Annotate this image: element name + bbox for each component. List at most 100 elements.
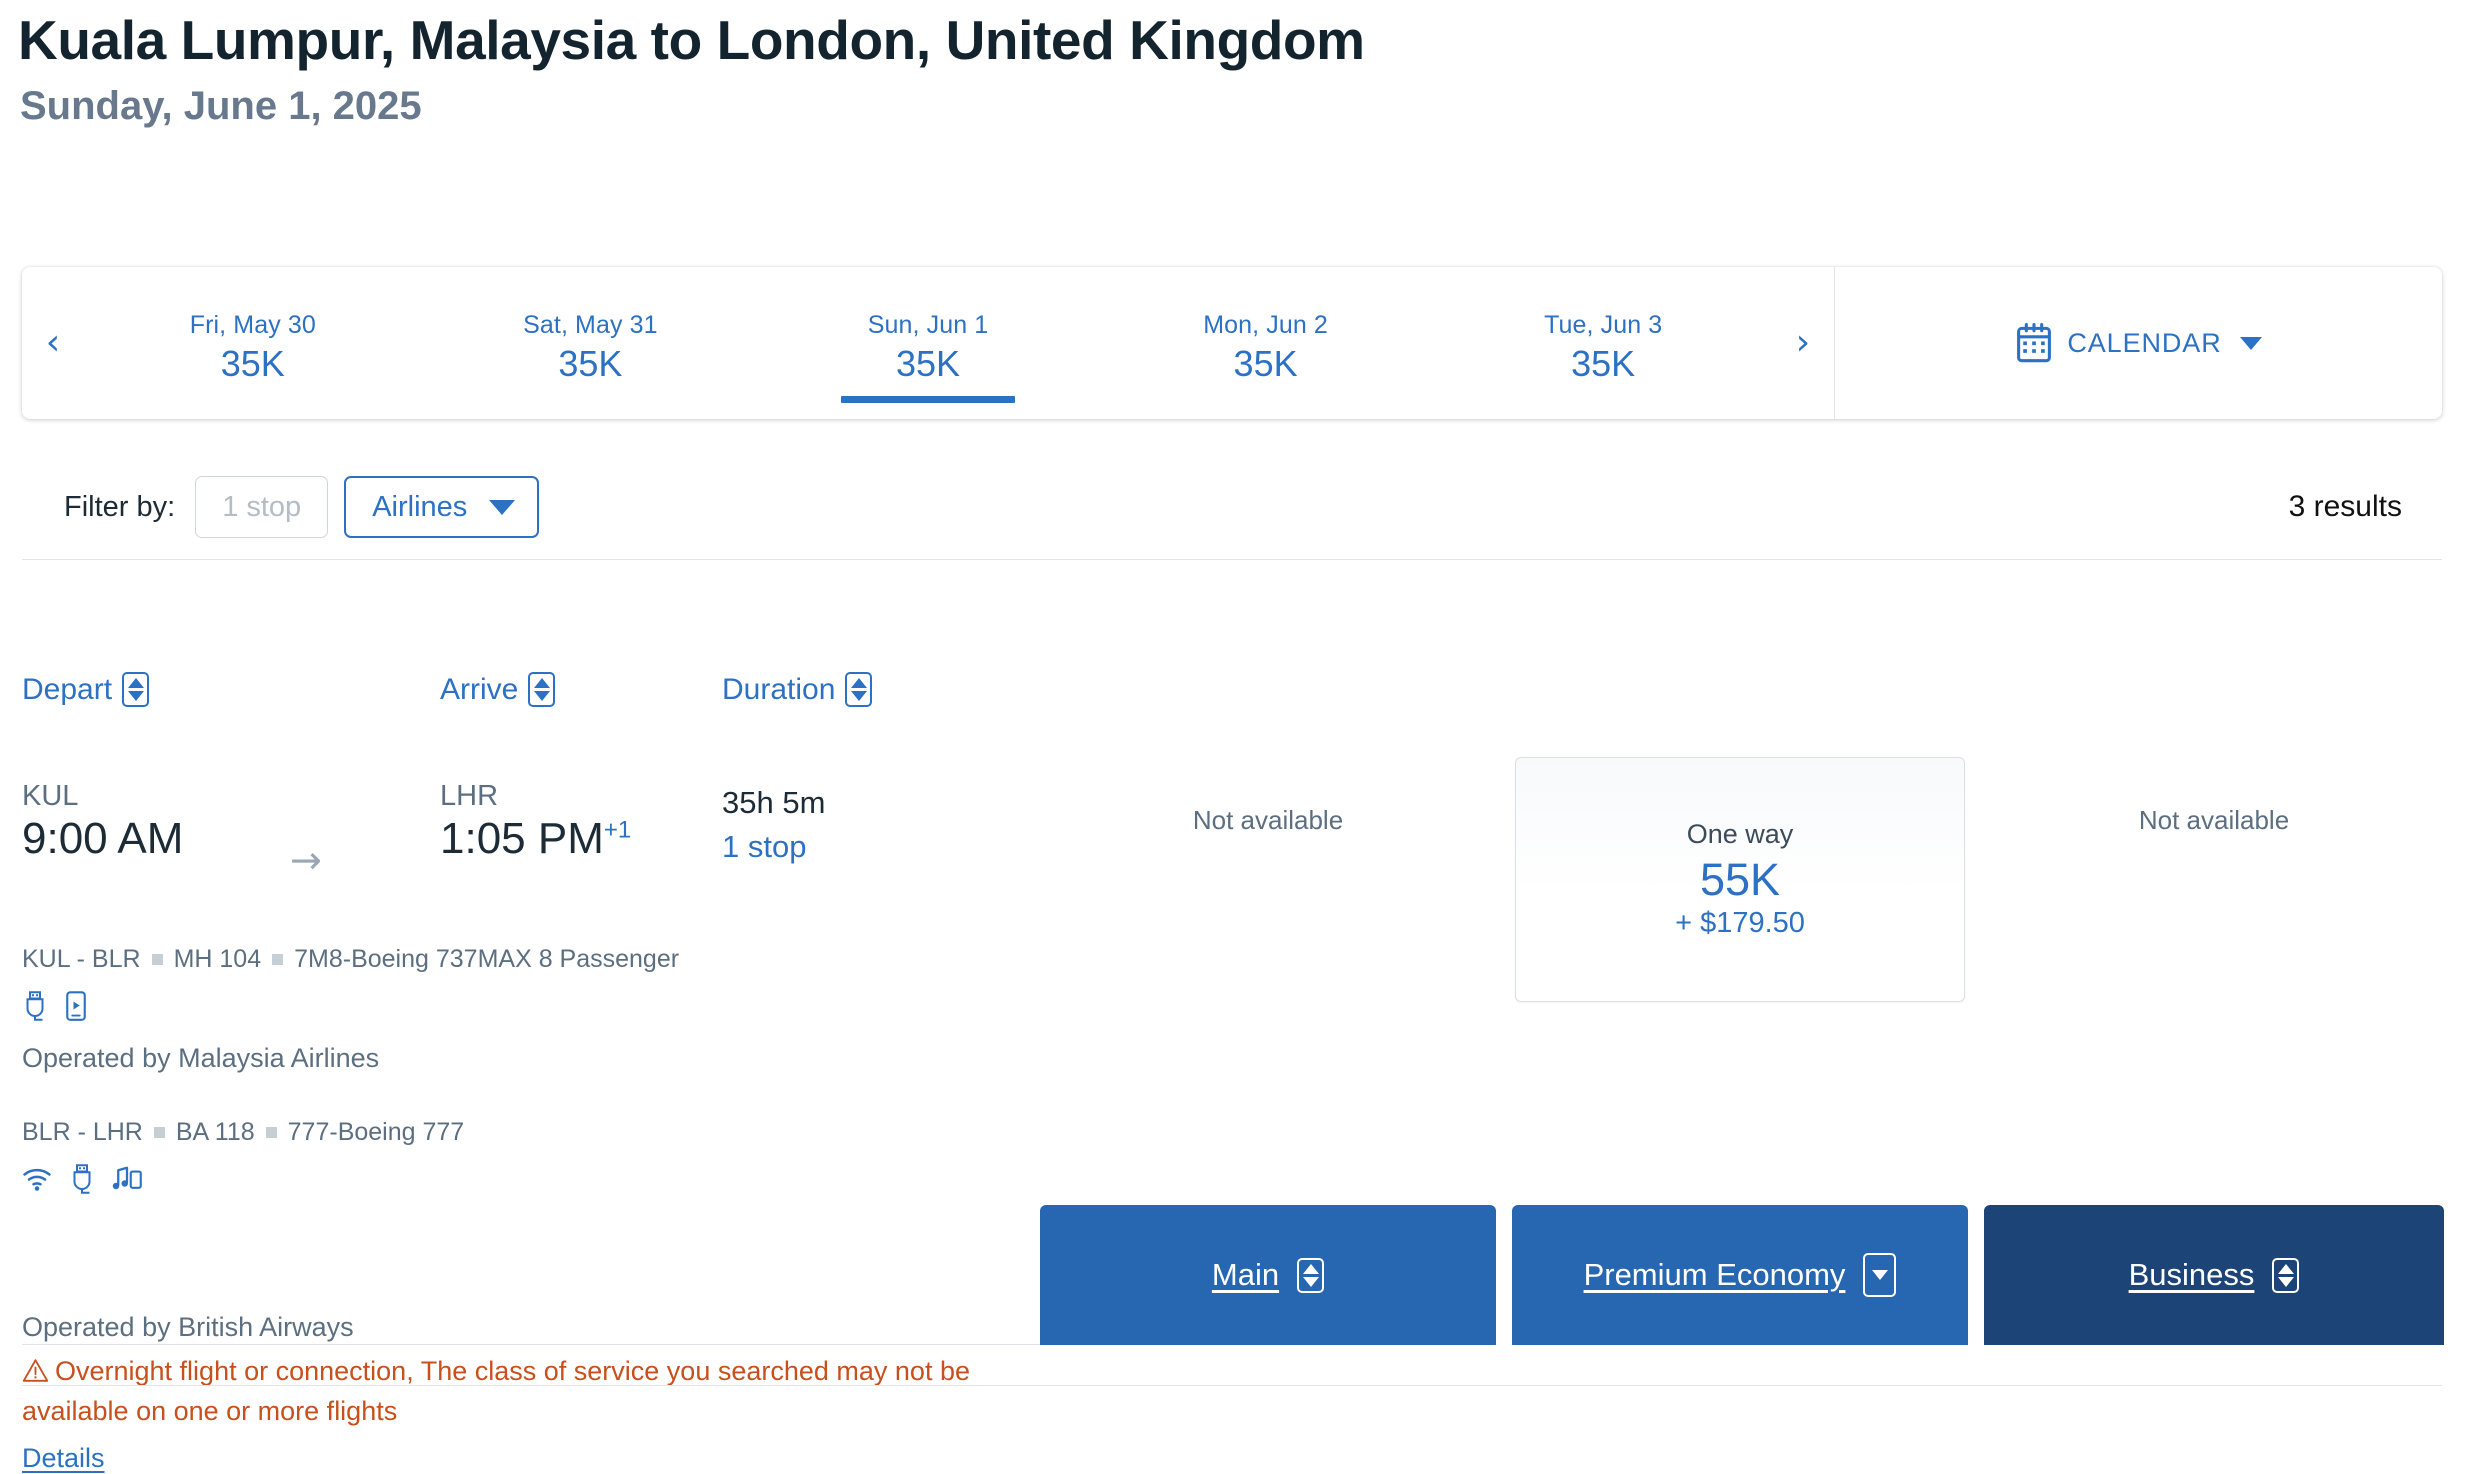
- depart-airport-code: KUL: [22, 780, 79, 812]
- depart-column-label: Depart: [22, 672, 113, 706]
- chevron-down-icon: [489, 499, 516, 515]
- segment-flight-number: MH 104: [173, 945, 262, 973]
- entertainment-icon: [112, 1165, 142, 1193]
- sort-depart-column[interactable]: Depart: [22, 672, 150, 707]
- next-dates-arrow-icon[interactable]: ›: [1772, 325, 1834, 361]
- sort-toggle-icon: [122, 672, 150, 707]
- warning-text-wrapper: Overnight flight or connection, The clas…: [22, 1353, 1022, 1431]
- date-cell-price: 35K: [558, 342, 623, 384]
- calendar-button[interactable]: CALENDAR: [1834, 267, 2442, 419]
- separator-dot: [265, 1127, 277, 1138]
- date-cell-sat-may-31[interactable]: Sat, May 31 35K: [422, 267, 760, 419]
- fare-cell-business: Not available: [1984, 745, 2444, 1045]
- separator-dot: [272, 954, 284, 965]
- page-subtitle: Sunday, June 1, 2025: [20, 83, 422, 128]
- arrive-time: 1:05 PM: [440, 814, 604, 863]
- date-cell-mon-jun-2[interactable]: Mon, Jun 2 35K: [1097, 267, 1435, 419]
- date-cell-selected-underline: [840, 396, 1015, 403]
- sort-toggle-icon: [845, 672, 873, 707]
- date-cell-sun-jun-1[interactable]: Sun, Jun 1 35K: [759, 267, 1097, 419]
- results-count: 3 results: [2288, 490, 2402, 523]
- flight-duration: 35h 5m: [722, 785, 826, 820]
- duration-block: 35h 5m 1 stop: [722, 785, 825, 865]
- segment-2-operated-by: Operated by British Airways: [22, 1312, 354, 1342]
- segment-operated-by: Operated by Malaysia Airlines: [22, 1043, 380, 1073]
- date-cell-price: 35K: [220, 342, 285, 384]
- segment-amenities: [22, 991, 679, 1021]
- fare-option-premium-economy[interactable]: One way 55K + $179.50: [1515, 757, 1965, 1002]
- duration-column-label: Duration: [722, 672, 836, 706]
- depart-time: 9:00 AM: [22, 814, 184, 863]
- segment-flight-number: BA 118: [175, 1118, 255, 1146]
- separator-dot: [153, 1127, 165, 1138]
- caret-down-icon: [127, 691, 144, 701]
- wifi-icon: [22, 1166, 52, 1192]
- segment-equipment: 777-Boeing 777: [287, 1118, 465, 1146]
- details-link[interactable]: Details: [22, 1443, 105, 1474]
- depart-block: KUL 9:00 AM: [22, 780, 183, 863]
- sort-toggle-icon: [528, 672, 556, 707]
- warning-message: Overnight flight or connection, The clas…: [22, 1356, 970, 1427]
- arrive-airport-code: LHR: [440, 780, 499, 812]
- filter-bar: Filter by: 1 stop Airlines 3 results: [22, 455, 2442, 560]
- flight-warning-block: Overnight flight or connection, The clas…: [22, 1353, 1022, 1474]
- flight-result-row: KUL 9:00 AM → LHR 1:05 PM+1 35h 5m 1 sto…: [0, 745, 2466, 1473]
- date-cell-price: 35K: [895, 342, 961, 384]
- fare-not-available-main: Not available: [1192, 805, 1344, 835]
- streaming-device-icon: [65, 991, 87, 1021]
- segment-route: BLR - LHR: [22, 1118, 143, 1146]
- caret-up-icon: [533, 678, 550, 688]
- segment-summary-line: KUL - BLR MH 104 7M8-Boeing 737MAX 8 Pas…: [22, 945, 679, 974]
- segment-route: KUL - BLR: [22, 945, 141, 973]
- date-cell-label: Sun, Jun 1: [867, 310, 989, 339]
- row-bottom-divider: [22, 1385, 2442, 1386]
- date-cell-tue-jun-3[interactable]: Tue, Jun 3 35K: [1434, 267, 1772, 419]
- airlines-filter-label: Airlines: [372, 490, 468, 523]
- sort-duration-column[interactable]: Duration: [722, 672, 873, 707]
- prev-dates-arrow-icon[interactable]: ‹: [22, 325, 84, 361]
- segment-equipment: 7M8-Boeing 737MAX 8 Passenger: [294, 945, 680, 973]
- fare-miles-amount: 55K: [1699, 853, 1781, 905]
- arrive-time-wrapper: 1:05 PM+1: [440, 814, 632, 863]
- sort-arrive-column[interactable]: Arrive: [440, 672, 556, 707]
- stops-filter-chip[interactable]: 1 stop: [195, 476, 329, 538]
- fare-cell-premium-economy: One way 55K + $179.50: [1512, 745, 1968, 1045]
- caret-down-icon: [850, 691, 867, 701]
- airlines-filter-chip[interactable]: Airlines: [344, 476, 540, 538]
- flight-direction-arrow-icon: →: [290, 838, 322, 882]
- fare-cell-main: Not available: [1040, 745, 1496, 1045]
- page-title: Kuala Lumpur, Malaysia to London, United…: [18, 9, 1365, 71]
- chevron-down-icon: [2239, 336, 2262, 350]
- date-cell-label: Tue, Jun 3: [1544, 310, 1663, 339]
- fare-trip-type: One way: [1686, 818, 1794, 849]
- fare-cash-amount: + $179.50: [1675, 907, 1805, 940]
- date-cell-label: Fri, May 30: [189, 310, 316, 339]
- calendar-icon: [2015, 323, 2053, 363]
- arrive-day-offset: +1: [603, 816, 632, 844]
- flight-segment-1: KUL - BLR MH 104 7M8-Boeing 737MAX 8 Pas…: [22, 945, 679, 1074]
- date-scroller: ‹ Fri, May 30 35K Sat, May 31 35K Sun, J…: [22, 267, 1834, 419]
- stops-link[interactable]: 1 stop: [722, 829, 825, 865]
- caret-down-icon: [533, 691, 550, 701]
- fare-not-available-business: Not available: [2138, 805, 2290, 835]
- date-cell-list: Fri, May 30 35K Sat, May 31 35K Sun, Jun…: [84, 267, 1772, 419]
- date-cell-price: 35K: [1571, 342, 1636, 384]
- usb-power-icon: [69, 1164, 95, 1194]
- caret-up-icon: [850, 678, 867, 688]
- segment-summary-line: BLR - LHR BA 118 777-Boeing 777: [22, 1118, 464, 1147]
- arrive-block: LHR 1:05 PM+1: [440, 780, 631, 863]
- filter-by-label: Filter by:: [64, 490, 176, 523]
- usb-power-icon: [22, 991, 48, 1021]
- date-strip: ‹ Fri, May 30 35K Sat, May 31 35K Sun, J…: [22, 267, 2442, 419]
- date-cell-label: Mon, Jun 2: [1203, 310, 1328, 339]
- date-cell-price: 35K: [1233, 342, 1298, 384]
- separator-dot: [151, 954, 163, 965]
- segment-amenities: [22, 1164, 464, 1194]
- results-table-header: Depart Arrive Duration Main Premium Econ…: [0, 600, 2466, 1345]
- calendar-button-label: CALENDAR: [2067, 327, 2222, 358]
- page-header: Kuala Lumpur, Malaysia to London, United…: [0, 0, 2466, 128]
- date-cell-label: Sat, May 31: [523, 310, 658, 339]
- flight-segment-2: BLR - LHR BA 118 777-Boeing 777: [22, 1118, 464, 1194]
- date-cell-fri-may-30[interactable]: Fri, May 30 35K: [84, 267, 422, 419]
- caret-up-icon: [127, 678, 144, 688]
